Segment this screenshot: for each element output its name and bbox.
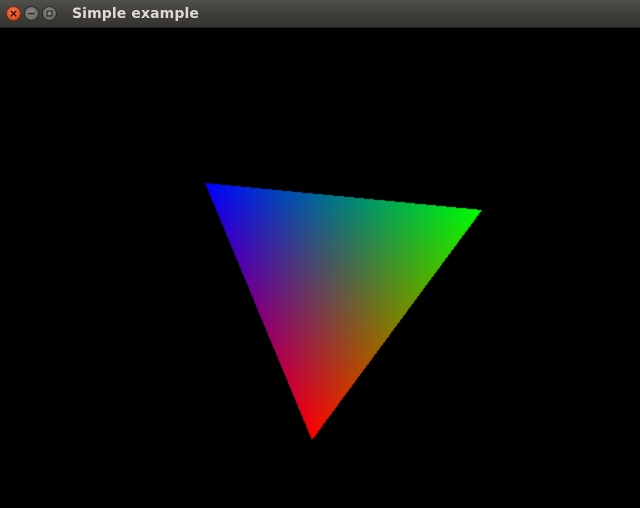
- rendered-triangle: [0, 28, 640, 508]
- title-bar[interactable]: Simple example: [0, 0, 640, 28]
- maximize-icon: [46, 10, 53, 17]
- close-icon: [10, 10, 17, 17]
- app-window: Simple example: [0, 0, 640, 508]
- minimize-button[interactable]: [24, 6, 39, 21]
- window-title: Simple example: [72, 5, 199, 22]
- maximize-button[interactable]: [42, 6, 57, 21]
- close-button[interactable]: [6, 6, 21, 21]
- gl-viewport[interactable]: [0, 28, 640, 508]
- minimize-icon: [28, 12, 35, 15]
- window-controls: [6, 6, 57, 21]
